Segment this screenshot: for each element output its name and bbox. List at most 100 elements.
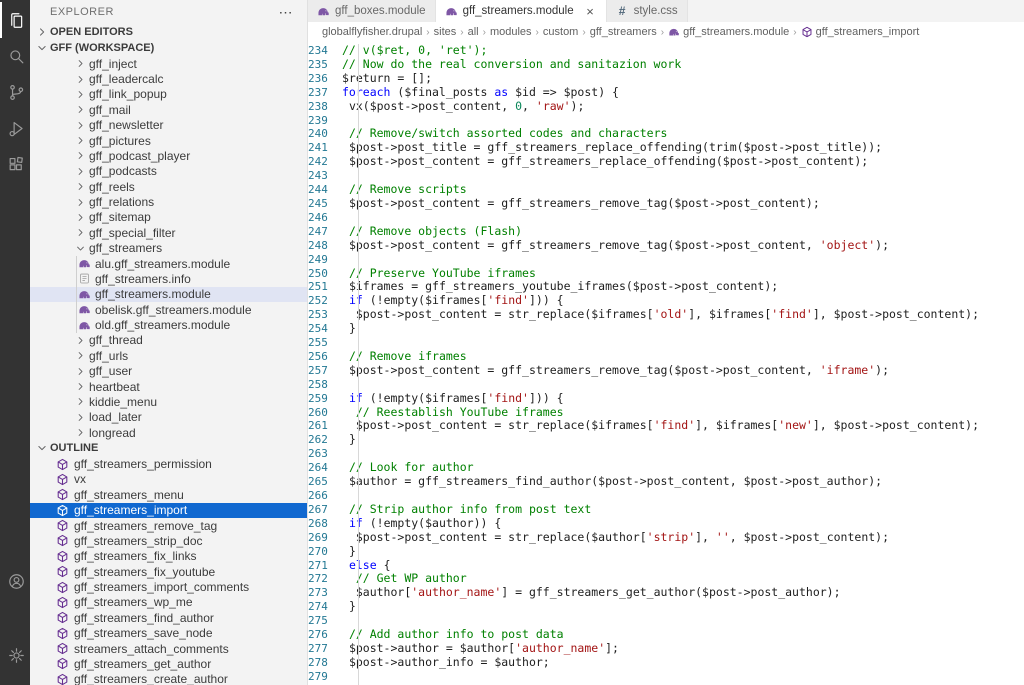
tree-folder-gff_relations[interactable]: gff_relations <box>30 194 307 209</box>
line-number[interactable]: 242 <box>308 155 342 169</box>
breadcrumb-item-modules[interactable]: modules <box>490 26 532 38</box>
line-number[interactable]: 238 <box>308 100 342 114</box>
outline-item-gff_streamers_import[interactable]: gff_streamers_import <box>30 503 307 518</box>
tree-folder-gff_inject[interactable]: gff_inject <box>30 56 307 71</box>
run-debug-icon[interactable] <box>0 110 30 146</box>
account-icon[interactable] <box>0 563 30 599</box>
line-number[interactable]: 249 <box>308 253 342 267</box>
more-actions-icon[interactable]: ⋯ <box>279 5 294 19</box>
outline-item-gff_streamers_create_author[interactable]: gff_streamers_create_author <box>30 672 307 685</box>
code-line-243[interactable]: 243 <box>308 169 1024 183</box>
code-line-240[interactable]: 240 // Remove/switch assorted codes and … <box>308 127 1024 141</box>
line-number[interactable]: 241 <box>308 141 342 155</box>
code-line-278[interactable]: 278 $post->author_info = $author; <box>308 656 1024 670</box>
search-icon[interactable] <box>0 38 30 74</box>
section-workspace[interactable]: GFF (WORKSPACE) <box>30 40 307 56</box>
settings-gear-icon[interactable] <box>0 637 30 673</box>
code-line-258[interactable]: 258 <box>308 378 1024 392</box>
code-line-255[interactable]: 255 <box>308 336 1024 350</box>
line-number[interactable]: 234 <box>308 44 342 58</box>
breadcrumb-item-sites[interactable]: sites <box>434 26 457 38</box>
line-number[interactable]: 252 <box>308 294 342 308</box>
source-control-icon[interactable] <box>0 74 30 110</box>
line-number[interactable]: 239 <box>308 114 342 128</box>
tree-folder-gff_newsletter[interactable]: gff_newsletter <box>30 118 307 133</box>
line-number[interactable]: 271 <box>308 559 342 573</box>
code-line-249[interactable]: 249 <box>308 253 1024 267</box>
line-number[interactable]: 277 <box>308 642 342 656</box>
code-line-245[interactable]: 245 $post->post_content = gff_streamers_… <box>308 197 1024 211</box>
section-open-editors[interactable]: OPEN EDITORS <box>30 24 307 40</box>
code-line-238[interactable]: 238 vx($post->post_content, 0, 'raw'); <box>308 100 1024 114</box>
breadcrumb-item-gff_streamers_import[interactable]: gff_streamers_import <box>801 26 920 38</box>
tree-folder-heartbeat[interactable]: heartbeat <box>30 379 307 394</box>
tree-folder-longread[interactable]: longread <box>30 425 307 440</box>
breadcrumb-item-gff_streamers[interactable]: gff_streamers <box>590 26 657 38</box>
line-number[interactable]: 272 <box>308 572 342 586</box>
code-line-260[interactable]: 260 // Reestablish YouTube iframes <box>308 406 1024 420</box>
code-line-277[interactable]: 277 $post->author = $author['author_name… <box>308 642 1024 656</box>
code-line-248[interactable]: 248 $post->post_content = gff_streamers_… <box>308 239 1024 253</box>
outline-item-gff_streamers_permission[interactable]: gff_streamers_permission <box>30 456 307 471</box>
code-line-244[interactable]: 244 // Remove scripts <box>308 183 1024 197</box>
section-outline[interactable]: OUTLINE <box>30 440 307 456</box>
tree-folder-gff_podcast_player[interactable]: gff_podcast_player <box>30 148 307 163</box>
outline-item-gff_streamers_get_author[interactable]: gff_streamers_get_author <box>30 656 307 671</box>
tree-file-obelisk.gff_streamers.module[interactable]: obelisk.gff_streamers.module <box>30 302 307 317</box>
code-line-247[interactable]: 247 // Remove objects (Flash) <box>308 225 1024 239</box>
code-line-251[interactable]: 251 $iframes = gff_streamers_youtube_ifr… <box>308 280 1024 294</box>
line-number[interactable]: 253 <box>308 308 342 322</box>
line-number[interactable]: 243 <box>308 169 342 183</box>
code-line-264[interactable]: 264 // Look for author <box>308 461 1024 475</box>
outline-item-gff_streamers_wp_me[interactable]: gff_streamers_wp_me <box>30 595 307 610</box>
code-line-261[interactable]: 261 $post->post_content = str_replace($i… <box>308 419 1024 433</box>
outline-item-vx[interactable]: vx <box>30 472 307 487</box>
code-editor[interactable]: 234// v($ret, 0, 'ret');235// Now do the… <box>308 42 1024 685</box>
line-number[interactable]: 263 <box>308 447 342 461</box>
line-number[interactable]: 267 <box>308 503 342 517</box>
code-line-253[interactable]: 253 $post->post_content = str_replace($i… <box>308 308 1024 322</box>
outline-item-gff_streamers_strip_doc[interactable]: gff_streamers_strip_doc <box>30 533 307 548</box>
outline-item-gff_streamers_import_comments[interactable]: gff_streamers_import_comments <box>30 579 307 594</box>
extensions-icon[interactable] <box>0 146 30 182</box>
tree-folder-gff_mail[interactable]: gff_mail <box>30 102 307 117</box>
code-line-257[interactable]: 257 $post->post_content = gff_streamers_… <box>308 364 1024 378</box>
line-number[interactable]: 268 <box>308 517 342 531</box>
line-number[interactable]: 257 <box>308 364 342 378</box>
tree-folder-load_later[interactable]: load_later <box>30 410 307 425</box>
code-line-268[interactable]: 268 if (!empty($author)) { <box>308 517 1024 531</box>
tree-folder-gff_podcasts[interactable]: gff_podcasts <box>30 164 307 179</box>
line-number[interactable]: 256 <box>308 350 342 364</box>
breadcrumb-item-gff_streamers.module[interactable]: gff_streamers.module <box>668 26 789 38</box>
breadcrumb-item-all[interactable]: all <box>468 26 479 38</box>
breadcrumb-item-globalflyfisher.drupal[interactable]: globalflyfisher.drupal <box>322 26 422 38</box>
tree-file-alu.gff_streamers.module[interactable]: alu.gff_streamers.module <box>30 256 307 271</box>
outline-item-gff_streamers_find_author[interactable]: gff_streamers_find_author <box>30 610 307 625</box>
tree-folder-gff_thread[interactable]: gff_thread <box>30 333 307 348</box>
line-number[interactable]: 269 <box>308 531 342 545</box>
line-number[interactable]: 279 <box>308 670 342 684</box>
code-line-235[interactable]: 235// Now do the real conversion and san… <box>308 58 1024 72</box>
outline-item-streamers_attach_comments[interactable]: streamers_attach_comments <box>30 641 307 656</box>
line-number[interactable]: 259 <box>308 392 342 406</box>
close-icon[interactable]: × <box>584 5 597 18</box>
code-line-274[interactable]: 274 } <box>308 600 1024 614</box>
tree-folder-gff_link_popup[interactable]: gff_link_popup <box>30 87 307 102</box>
line-number[interactable]: 273 <box>308 586 342 600</box>
tree-folder-kiddie_menu[interactable]: kiddie_menu <box>30 394 307 409</box>
tab-style.css[interactable]: #style.css <box>607 0 688 22</box>
tree-folder-gff_urls[interactable]: gff_urls <box>30 348 307 363</box>
tree-folder-gff_pictures[interactable]: gff_pictures <box>30 133 307 148</box>
line-number[interactable]: 262 <box>308 433 342 447</box>
code-line-234[interactable]: 234// v($ret, 0, 'ret'); <box>308 44 1024 58</box>
line-number[interactable]: 247 <box>308 225 342 239</box>
code-line-256[interactable]: 256 // Remove iframes <box>308 350 1024 364</box>
code-line-237[interactable]: 237foreach ($final_posts as $id => $post… <box>308 86 1024 100</box>
code-line-269[interactable]: 269 $post->post_content = str_replace($a… <box>308 531 1024 545</box>
tree-folder-gff_user[interactable]: gff_user <box>30 364 307 379</box>
line-number[interactable]: 266 <box>308 489 342 503</box>
outline-item-gff_streamers_fix_youtube[interactable]: gff_streamers_fix_youtube <box>30 564 307 579</box>
line-number[interactable]: 240 <box>308 127 342 141</box>
line-number[interactable]: 258 <box>308 378 342 392</box>
tree-file-old.gff_streamers.module[interactable]: old.gff_streamers.module <box>30 317 307 332</box>
